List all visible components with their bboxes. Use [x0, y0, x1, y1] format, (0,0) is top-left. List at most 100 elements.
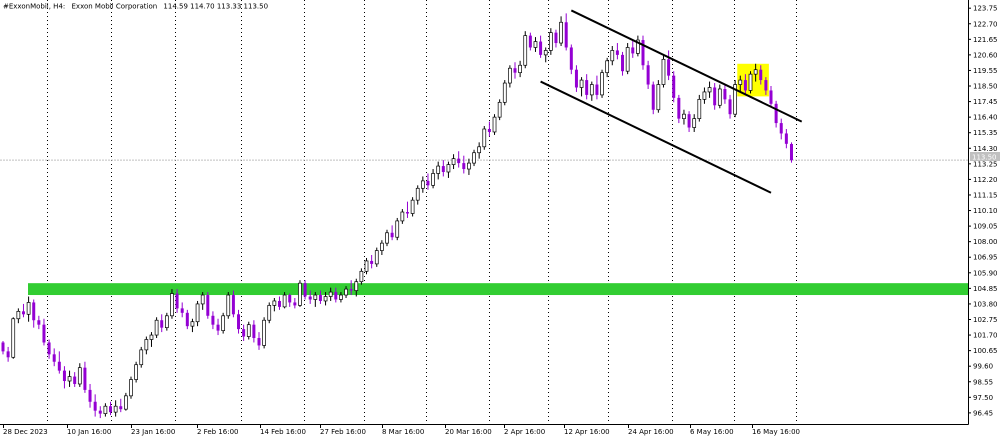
- y-tick-label: 104.85: [973, 285, 998, 293]
- candle: [374, 247, 379, 267]
- x-tick-label: 28 Dec 2023: [3, 428, 48, 436]
- candle-body: [559, 21, 563, 44]
- candle-body: [651, 84, 655, 110]
- x-tick-label: 16 May 16:00: [752, 428, 800, 436]
- candle-body: [303, 283, 307, 297]
- candle-body: [103, 405, 108, 414]
- candle-body: [779, 123, 783, 134]
- y-tick-label: 114.30: [973, 145, 998, 153]
- x-tick-label: 14 Feb 16:00: [260, 428, 306, 436]
- candle-body: [62, 370, 66, 382]
- y-tick-label: 113.25: [973, 160, 998, 168]
- candle-body: [149, 334, 154, 340]
- plot-background: [0, 0, 1000, 437]
- candle: [262, 317, 266, 349]
- price-chart[interactable]: 123.75 122.70 121.65 120.60 119.55 118.50 117.…: [0, 0, 1000, 437]
- candle: [164, 312, 169, 331]
- candle-body: [88, 389, 92, 402]
- candle-body: [323, 296, 328, 302]
- candle-body: [774, 103, 778, 124]
- candle-body: [492, 116, 497, 133]
- candle-body: [487, 129, 491, 132]
- candle-body: [119, 406, 123, 410]
- candle-body: [457, 158, 461, 164]
- candle-body: [431, 173, 435, 186]
- candle-body: [615, 50, 619, 55]
- candle-body: [518, 64, 522, 74]
- candle-body: [707, 87, 712, 93]
- candle-body: [574, 69, 578, 88]
- candle: [11, 317, 16, 359]
- candle-body: [180, 308, 184, 313]
- candle: [267, 302, 272, 324]
- candle: [748, 71, 753, 94]
- x-tick-label: 8 Mar 16:00: [382, 428, 424, 436]
- candle-body: [242, 329, 246, 337]
- candle-body: [554, 32, 558, 44]
- y-tick-label: 112.20: [973, 176, 998, 184]
- y-tick-label: 116.40: [973, 114, 998, 122]
- candle-body: [67, 376, 72, 382]
- chart-company: Exxon Mobil Corporation: [72, 3, 158, 11]
- candle: [789, 142, 793, 163]
- candle-body: [344, 288, 348, 296]
- y-tick-label: 110.10: [973, 207, 998, 215]
- candle-body: [328, 291, 333, 297]
- candle-body: [374, 250, 379, 265]
- candle-body: [385, 232, 389, 244]
- candle-body: [221, 315, 226, 331]
- candle-body: [564, 22, 568, 48]
- chart-ohlc: 114.59 114.70 113.33 113.50: [163, 3, 268, 11]
- candle-body: [539, 41, 543, 55]
- candle-body: [420, 180, 425, 189]
- chart-area: 123.75 122.70 121.65 120.60 119.55 118.50 117.…: [0, 0, 1000, 437]
- candle-body: [513, 68, 517, 73]
- candle: [523, 31, 528, 69]
- candle: [221, 312, 226, 334]
- chart-symbol: #ExxonMobil, H4:: [3, 3, 65, 11]
- candle-body: [753, 69, 758, 75]
- y-tick-label: 103.80: [973, 300, 998, 308]
- candle-body: [11, 318, 16, 358]
- candle-body: [257, 338, 261, 346]
- candle-body: [508, 67, 512, 84]
- candle-body: [441, 166, 445, 172]
- candle: [298, 280, 302, 307]
- y-tick-label: 109.05: [973, 223, 998, 231]
- candle-body: [672, 75, 676, 98]
- x-tick-label: 23 Jan 16:00: [131, 428, 175, 436]
- candle-body: [16, 310, 21, 320]
- candle-body: [185, 312, 189, 327]
- candle-body: [282, 294, 287, 308]
- candle: [502, 80, 507, 106]
- candle-body: [395, 220, 400, 238]
- candle: [395, 217, 400, 241]
- candle: [661, 54, 666, 88]
- candle-body: [308, 296, 312, 300]
- candle-body: [390, 232, 394, 238]
- candle-body: [692, 118, 697, 128]
- candle-body: [585, 80, 589, 95]
- candle-body: [682, 113, 686, 119]
- candle-body: [426, 180, 430, 186]
- candle-body: [93, 401, 97, 411]
- y-tick-label: 117.45: [973, 98, 998, 106]
- candle-body: [462, 163, 466, 170]
- candle: [625, 43, 630, 75]
- y-tick-label: 115.35: [973, 129, 998, 137]
- candle: [410, 197, 415, 217]
- candle-body: [600, 72, 604, 96]
- candle-body: [579, 79, 584, 88]
- candle-body: [405, 212, 409, 214]
- candle-body: [160, 320, 164, 328]
- candle-body: [759, 69, 763, 81]
- candle-body: [656, 84, 661, 111]
- candle: [672, 71, 676, 103]
- candle-body: [589, 84, 594, 96]
- candle-body: [267, 305, 272, 321]
- candle: [206, 292, 210, 319]
- support-zone: [28, 283, 968, 296]
- candle-body: [472, 152, 476, 164]
- candle-body: [784, 133, 788, 144]
- candle-body: [738, 79, 743, 85]
